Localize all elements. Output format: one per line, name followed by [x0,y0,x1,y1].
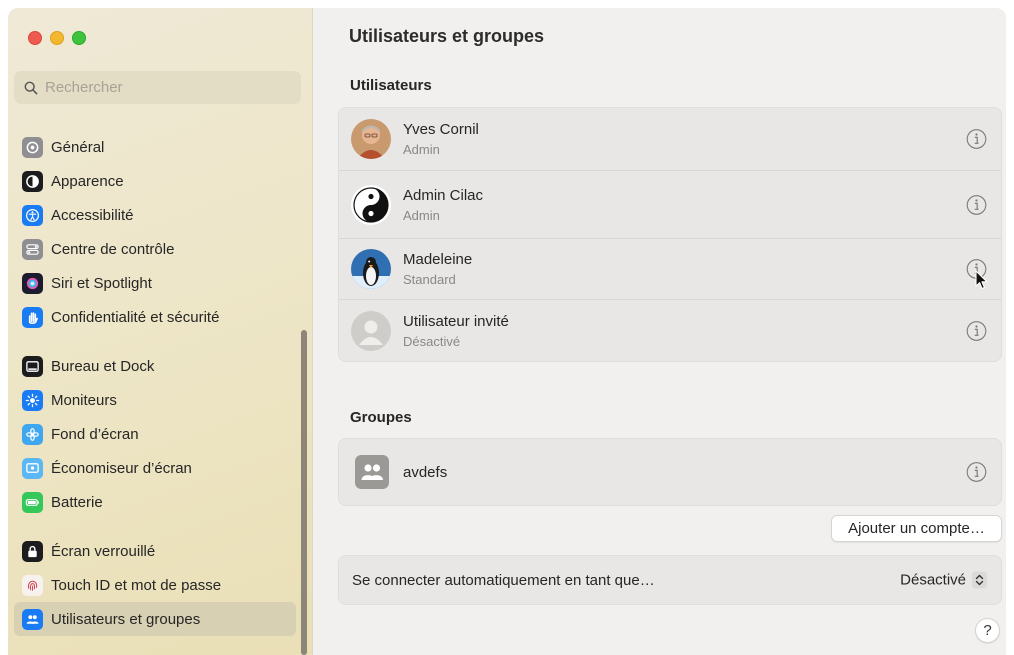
search-input[interactable] [45,79,285,96]
help-button[interactable]: ? [975,618,1000,643]
sidebar-item-users[interactable]: Utilisateurs et groupes [14,602,296,636]
sidebar-item-battery[interactable]: Batterie [14,485,296,519]
info-icon[interactable] [966,462,987,483]
user-info: Admin Cilac Admin [403,187,483,223]
sidebar-item-label: Centre de contrôle [51,240,175,258]
zoom-button[interactable] [72,31,86,45]
users-list: Yves Cornil Admin Admin Cilac Admin Made… [338,107,1002,362]
battery-icon [22,491,43,513]
brightness-icon [22,389,43,411]
appearance-icon [22,170,43,192]
fingerprint-icon [22,574,43,596]
user-role: Admin [403,207,440,223]
accessibility-icon [22,204,43,226]
sidebar-item-label: Fond d’écran [51,425,139,443]
main-pane: Utilisateurs et groupes Utilisateurs Yve… [313,8,1006,655]
sidebar-item-brightness[interactable]: Moniteurs [14,383,296,417]
user-name: Yves Cornil [403,121,479,138]
sidebar-item-label: Accessibilité [51,206,134,224]
mouse-cursor-icon [975,270,988,290]
sidebar-item-label: Touch ID et mot de passe [51,576,222,594]
user-row[interactable]: Madeleine Standard [339,239,1001,300]
screensaver-icon [22,457,43,479]
siri-icon [22,272,43,294]
yin-yang-avatar [351,184,391,225]
gear-icon [22,136,43,158]
page-title: Utilisateurs et groupes [349,26,545,46]
sidebar-item-label: Écran verrouillé [51,542,156,560]
auto-login-select[interactable]: Désactivé [900,571,987,589]
sidebar-item-lock[interactable]: Écran verrouillé [14,534,296,568]
search-field[interactable] [14,71,301,104]
sidebar-item-label: Batterie [51,493,103,511]
sidebar-item-control-center[interactable]: Centre de contrôle [14,232,296,266]
wallpaper-icon [22,423,43,445]
dock-icon [22,355,43,377]
group-name: avdefs [403,463,448,481]
search-icon [24,81,38,94]
info-icon[interactable] [966,129,987,150]
sidebar-item-label: Général [51,138,105,156]
group-icon [355,455,389,489]
hand-icon [22,306,43,328]
sidebar-item-hand[interactable]: Confidentialité et sécurité [14,300,296,334]
user-name: Admin Cilac [403,186,484,204]
users-icon [22,608,43,630]
sidebar-item-fingerprint[interactable]: Touch ID et mot de passe [14,568,296,602]
sidebar-item-label: Apparence [51,172,124,190]
user-role: Désactivé [403,333,461,349]
sidebar-item-label: Bureau et Dock [51,357,155,375]
sidebar-item-wallpaper[interactable]: Fond d’écran [14,417,296,451]
user-name: Utilisateur invité [403,312,509,330]
sidebar: Général Apparence Accessibilité Centre de c… [8,8,313,655]
sidebar-scrollbar[interactable] [301,330,307,655]
photo-avatar [351,119,391,159]
control-center-icon [22,238,43,260]
user-role: Admin [403,142,440,157]
groups-list: avdefs [338,438,1002,506]
auto-login-label: Se connecter automatiquement en tant que… [352,571,655,589]
sidebar-item-gear[interactable]: Général [14,130,296,164]
group-info: avdefs [403,464,447,481]
settings-window: Général Apparence Accessibilité Centre de c… [8,8,1006,655]
user-row[interactable]: Yves Cornil Admin [339,108,1001,171]
chevron-updown-icon [972,571,987,589]
sidebar-item-label: Utilisateurs et groupes [51,610,201,628]
user-name: Madeleine [403,251,473,268]
sidebar-nav: Général Apparence Accessibilité Centre de c… [14,130,296,636]
auto-login-value: Désactivé [900,571,966,589]
sidebar-item-siri[interactable]: Siri et Spotlight [14,266,296,300]
sidebar-item-label: Confidentialité et sécurité [51,308,220,326]
user-info: Yves Cornil Admin [403,121,479,157]
sidebar-item-label: Économiseur d’écran [51,459,192,477]
user-row[interactable]: Admin Cilac Admin [339,171,1001,239]
user-role: Standard [403,272,456,287]
lock-icon [22,540,43,562]
info-icon[interactable] [966,194,987,215]
groups-section-title: Groupes [350,409,412,426]
minimize-button[interactable] [50,31,64,45]
user-info: Utilisateur invité Désactivé [403,313,509,349]
info-icon[interactable] [966,320,987,341]
sidebar-item-dock[interactable]: Bureau et Dock [14,349,296,383]
users-section-title: Utilisateurs [350,77,432,94]
user-row[interactable]: Utilisateur invité Désactivé [339,300,1001,361]
guest-avatar [351,310,391,351]
penguin-avatar [351,249,391,289]
close-button[interactable] [28,31,42,45]
sidebar-item-accessibility[interactable]: Accessibilité [14,198,296,232]
sidebar-item-appearance[interactable]: Apparence [14,164,296,198]
auto-login-row: Se connecter automatiquement en tant que… [338,555,1002,605]
user-info: Madeleine Standard [403,251,472,287]
group-row[interactable]: avdefs [339,439,1001,505]
add-account-button[interactable]: Ajouter un compte… [831,515,1002,542]
window-controls [28,31,86,45]
sidebar-item-label: Moniteurs [51,391,117,409]
sidebar-item-label: Siri et Spotlight [51,274,152,292]
sidebar-item-screensaver[interactable]: Économiseur d’écran [14,451,296,485]
